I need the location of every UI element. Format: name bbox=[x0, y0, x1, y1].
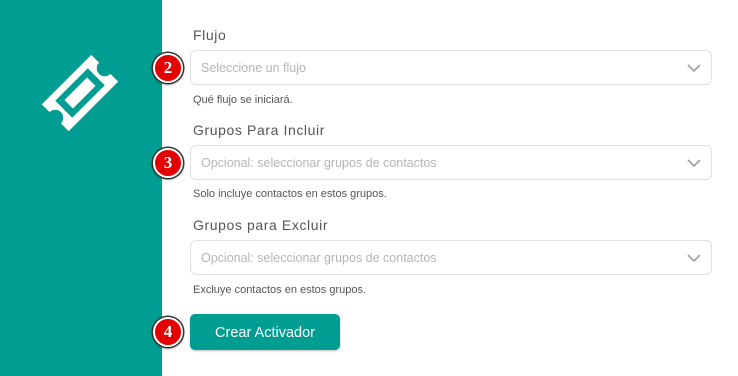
step-marker: 2 bbox=[153, 53, 183, 83]
flujo-placeholder: Seleccione un flujo bbox=[201, 61, 306, 75]
flujo-help: Qué flujo se iniciará. bbox=[193, 94, 293, 106]
flujo-select[interactable]: Seleccione un flujo bbox=[190, 50, 712, 85]
step-marker: 3 bbox=[153, 148, 183, 178]
grupos-incluir-label: Grupos Para Incluir bbox=[193, 122, 326, 138]
chevron-down-icon bbox=[687, 254, 701, 263]
grupos-excluir-select[interactable]: Opcional: seleccionar grupos de contacto… bbox=[190, 240, 712, 275]
flujo-label: Flujo bbox=[193, 27, 227, 43]
grupos-incluir-select[interactable]: Opcional: seleccionar grupos de contacto… bbox=[190, 145, 712, 180]
chevron-down-icon bbox=[687, 159, 701, 168]
grupos-excluir-label: Grupos para Excluir bbox=[193, 217, 329, 233]
grupos-excluir-placeholder: Opcional: seleccionar grupos de contacto… bbox=[201, 251, 437, 265]
ticket-icon bbox=[41, 54, 119, 132]
grupos-incluir-placeholder: Opcional: seleccionar grupos de contacto… bbox=[201, 156, 437, 170]
grupos-excluir-help: Excluye contactos en estos grupos. bbox=[193, 284, 367, 296]
grupos-incluir-help: Solo incluye contactos en estos grupos. bbox=[193, 188, 387, 200]
crear-activador-button[interactable]: Crear Activador bbox=[190, 314, 340, 350]
sidebar bbox=[0, 0, 162, 376]
step-marker: 4 bbox=[153, 317, 183, 347]
chevron-down-icon bbox=[687, 64, 701, 73]
